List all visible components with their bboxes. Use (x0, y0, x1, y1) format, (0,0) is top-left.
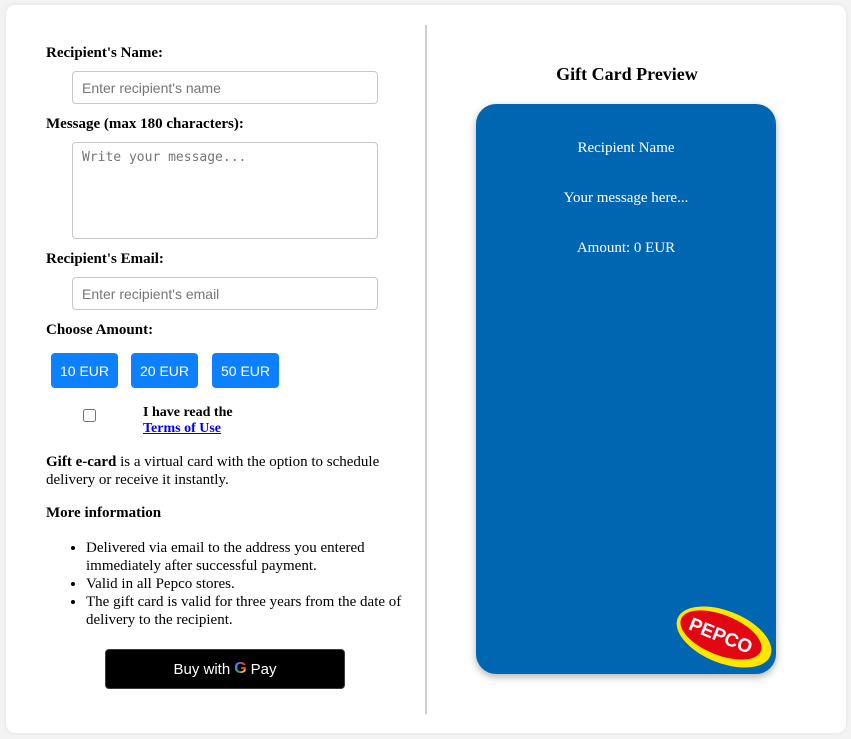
terms-text: I have read the (143, 405, 233, 420)
amount-10-button[interactable]: 10 EUR (51, 353, 118, 388)
list-item: Valid in all Pepco stores. (86, 575, 416, 593)
buy-with-text: Buy with (173, 660, 231, 678)
google-g-icon: G (234, 660, 247, 677)
gift-card-description: Gift e-card is a virtual card with the o… (46, 453, 416, 489)
more-information-heading: More information (46, 505, 162, 521)
recipient-name-label: Recipient's Name: (46, 45, 164, 61)
amount-20-button[interactable]: 20 EUR (131, 353, 198, 388)
choose-amount-label: Choose Amount: (46, 322, 154, 338)
preview-title: Gift Card Preview (556, 64, 698, 84)
list-item: The gift card is valid for three years f… (86, 593, 416, 629)
terms-of-use-link[interactable]: Terms of Use (143, 421, 221, 436)
amount-50-button[interactable]: 50 EUR (212, 353, 279, 388)
recipient-name-input[interactable] (72, 71, 378, 104)
more-information-list: Delivered via email to the address you e… (46, 539, 416, 629)
recipient-email-label: Recipient's Email: (46, 251, 164, 267)
column-divider (425, 25, 427, 714)
preview-recipient-name: Recipient Name (577, 140, 675, 156)
pay-text: Pay (250, 660, 277, 678)
google-pay-button[interactable]: Buy with G Pay (105, 649, 345, 689)
message-label: Message (max 180 characters): (46, 116, 244, 132)
recipient-email-input[interactable] (72, 277, 378, 310)
description-bold: Gift e-card (46, 454, 117, 470)
terms-checkbox[interactable] (83, 409, 96, 422)
list-item: Delivered via email to the address you e… (86, 539, 416, 575)
pepco-logo: PEPCO (676, 606, 772, 668)
message-textarea[interactable] (72, 142, 378, 239)
terms-label: I have read the Terms of Use (143, 405, 233, 437)
preview-message: Your message here... (563, 190, 689, 206)
gift-card-preview: Recipient Name Your message here... Amou… (476, 104, 776, 674)
preview-amount: Amount: 0 EUR (576, 240, 676, 256)
